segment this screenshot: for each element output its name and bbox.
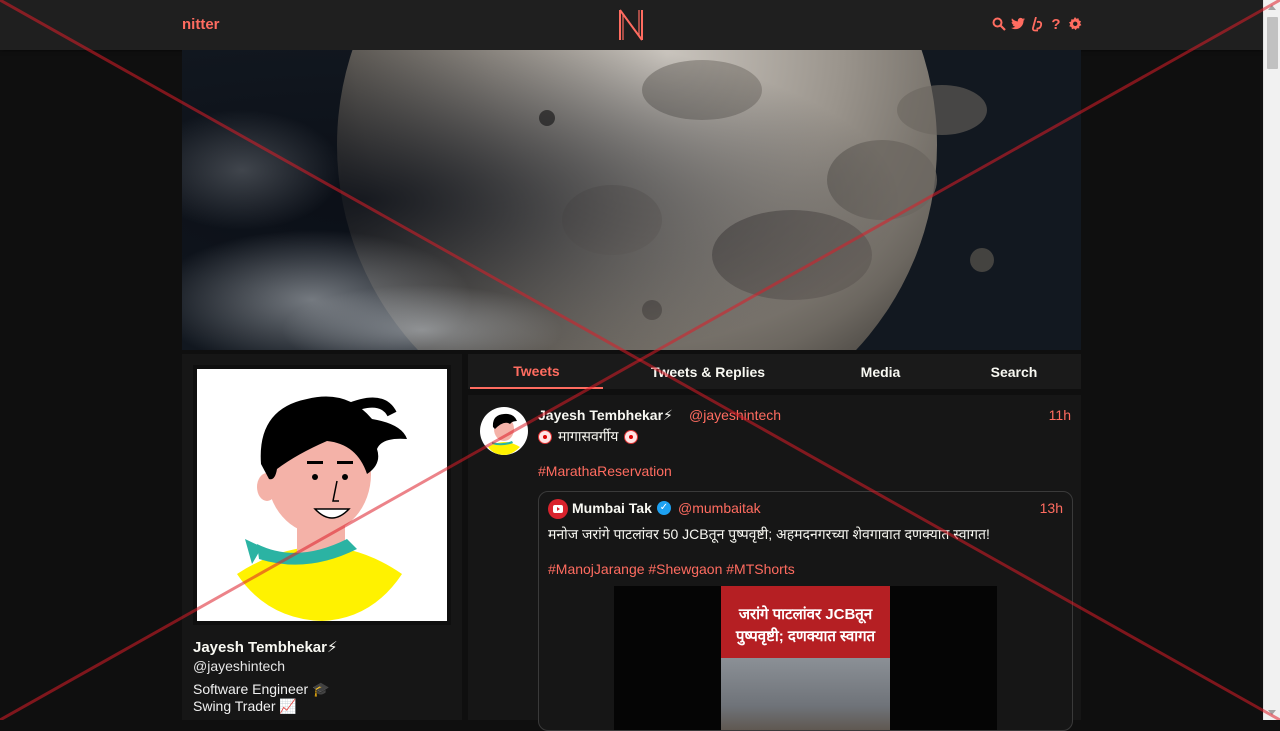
- twitter-icon[interactable]: [1011, 16, 1025, 32]
- video-thumbnail[interactable]: जरांगे पाटलांवर JCBतून पुष्पवृष्टी; दणक्…: [721, 586, 890, 730]
- tweet-hashtag-link[interactable]: #MarathaReservation: [538, 463, 672, 479]
- tweet-date[interactable]: 11h: [1049, 407, 1071, 423]
- profile-bio-line: Swing Trader 📈: [193, 698, 297, 714]
- avatar-illustration: [197, 369, 447, 621]
- scrollbar-thumb[interactable]: [1267, 17, 1278, 69]
- thumbnail-caption: जरांगे पाटलांवर JCBतून पुष्पवृष्टी; दणक्…: [721, 604, 890, 648]
- profile-bio-line: Software Engineer 🎓: [193, 681, 330, 697]
- liberapay-icon[interactable]: [1030, 16, 1044, 32]
- tweet-text-body: मागासवर्गीय: [558, 428, 619, 444]
- verified-badge-icon: ✓: [657, 501, 671, 515]
- search-icon[interactable]: [992, 16, 1006, 32]
- profile-name[interactable]: Jayesh Tembhekar⚡: [193, 638, 338, 656]
- quote-author-name[interactable]: Mumbai Tak: [572, 500, 652, 516]
- thumbnail-caption-line: जरांगे पाटलांवर JCBतून: [738, 606, 873, 623]
- profile-avatar[interactable]: [193, 365, 451, 625]
- quote-date[interactable]: 13h: [1040, 500, 1063, 516]
- tab-tweets[interactable]: Tweets: [470, 354, 603, 389]
- tweet-avatar[interactable]: [480, 407, 528, 455]
- scroll-up-arrow-icon[interactable]: [1268, 5, 1276, 10]
- quote-author-avatar[interactable]: [548, 499, 568, 519]
- profile-card: Jayesh Tembhekar⚡ @jayeshintech Software…: [182, 354, 462, 720]
- clown-face-icon: [624, 429, 639, 444]
- clown-face-icon: [538, 429, 552, 444]
- navbar: nitter ?: [0, 0, 1263, 50]
- quote-video[interactable]: जरांगे पाटलांवर JCBतून पुष्पवृष्टी; दणक्…: [614, 586, 997, 730]
- nitter-logo-icon[interactable]: [617, 8, 645, 42]
- page-scrollbar[interactable]: [1263, 0, 1280, 720]
- quote-text: मनोज जरांगे पाटलांवर 50 JCBतून पुष्पवृष्…: [548, 526, 990, 542]
- quote-hashtags[interactable]: #ManojJarange #Shewgaon #MTShorts: [548, 561, 795, 577]
- quoted-tweet[interactable]: Mumbai Tak ✓ @mumbaitak 13h मनोज जरांगे …: [538, 491, 1073, 731]
- gear-icon[interactable]: [1068, 16, 1082, 32]
- nav-icons: ?: [992, 16, 1082, 33]
- scroll-down-arrow-icon[interactable]: [1268, 710, 1276, 715]
- help-icon[interactable]: ?: [1049, 16, 1063, 33]
- tab-media[interactable]: Media: [828, 354, 933, 389]
- thumbnail-caption-line: पुष्पवृष्टी; दणक्यात स्वागत: [735, 628, 876, 645]
- tab-tweets-replies[interactable]: Tweets & Replies: [628, 354, 788, 389]
- timeline: Jayesh Tembhekar⚡ @jayeshintech 11h मागा…: [468, 395, 1081, 731]
- thumbnail-photo: [721, 658, 890, 730]
- nitter-home-link[interactable]: nitter: [182, 16, 220, 33]
- timeline-tabs: Tweets Tweets & Replies Media Search: [468, 354, 1081, 389]
- tweet-author-handle[interactable]: @jayeshintech: [689, 407, 781, 423]
- tweet-text: मागासवर्गीय: [538, 427, 639, 446]
- profile-banner[interactable]: [182, 50, 1081, 350]
- profile-handle[interactable]: @jayeshintech: [193, 658, 285, 674]
- tweet-author-name[interactable]: Jayesh Tembhekar⚡: [538, 407, 673, 424]
- tab-search[interactable]: Search: [963, 354, 1065, 389]
- quote-author-handle[interactable]: @mumbaitak: [678, 500, 761, 516]
